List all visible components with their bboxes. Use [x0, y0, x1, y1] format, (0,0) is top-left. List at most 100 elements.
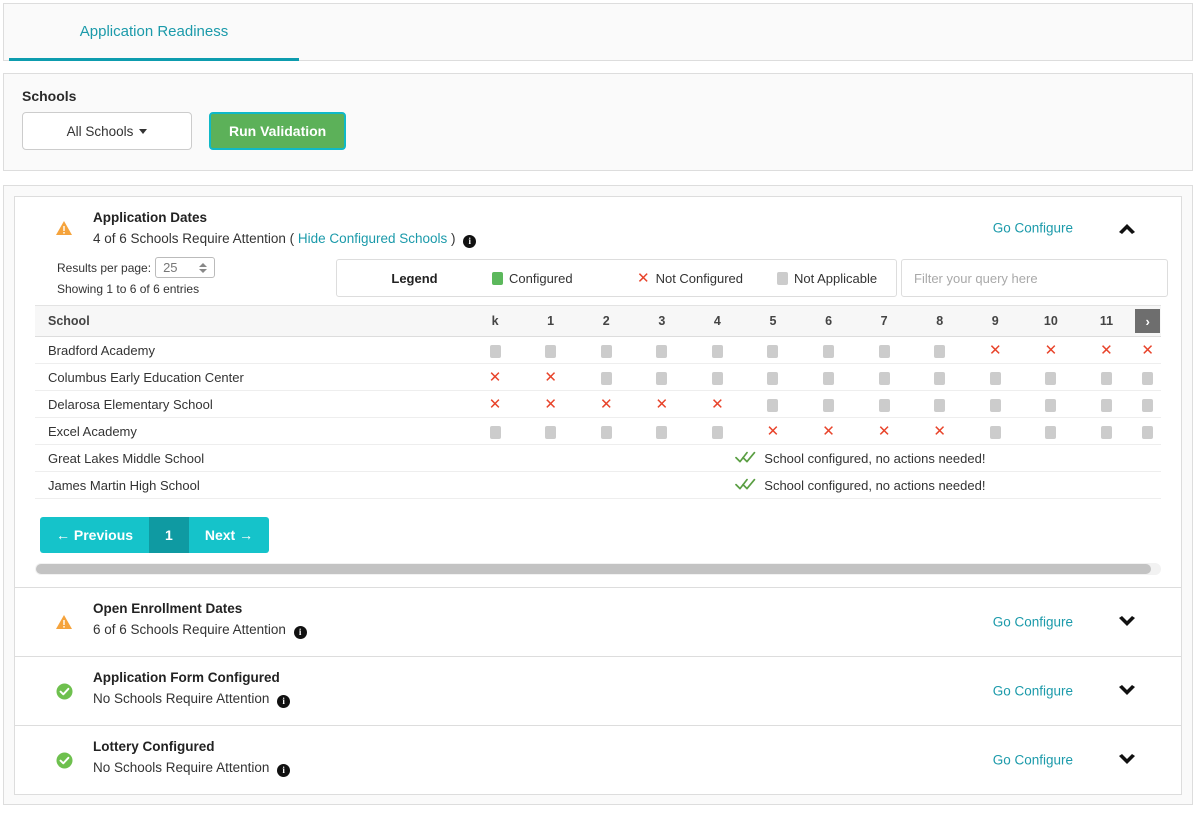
info-icon[interactable]: i [277, 763, 291, 777]
cell-not-applicable [1023, 363, 1079, 391]
results-per-page-group: Results per page: 25 Showing 1 to 6 of 6… [57, 257, 216, 296]
grey-square-icon [878, 398, 890, 412]
horizontal-scrollbar[interactable] [35, 563, 1161, 575]
grey-square-icon [767, 398, 779, 412]
grey-square-icon [1045, 398, 1057, 412]
cell-not-applicable [800, 363, 857, 391]
horizontal-scrollbar-thumb[interactable] [36, 564, 1151, 574]
hide-configured-schools-link[interactable]: Hide Configured Schools [298, 231, 447, 246]
go-configure-link-application-form-configured[interactable]: Go Configure [993, 684, 1073, 699]
cell-not-applicable [1078, 390, 1135, 418]
chevron-down-icon[interactable] [1115, 613, 1139, 631]
cell-not-applicable [522, 336, 579, 364]
red-x-icon: ✕ [1100, 342, 1113, 360]
legend-label-not-configured: Not Configured [655, 270, 744, 286]
info-icon[interactable]: i [277, 694, 291, 708]
section-header-application-dates[interactable]: Application Dates 4 of 6 Schools Require… [15, 197, 1181, 259]
go-configure-link-application-dates[interactable]: Go Configure [993, 221, 1073, 236]
section-application-dates: Application Dates 4 of 6 Schools Require… [14, 196, 1182, 588]
cell-not-applicable [467, 417, 523, 445]
cell-not-applicable [689, 336, 746, 364]
schools-label: Schools [22, 88, 77, 104]
cell-not-applicable [911, 363, 968, 391]
section-subtitle-text: 4 of 6 Schools Require Attention [93, 231, 286, 246]
grey-square-icon [878, 371, 890, 385]
tab-application-readiness[interactable]: Application Readiness [9, 4, 299, 61]
chevron-down-icon[interactable] [1115, 751, 1139, 769]
chevron-up-icon[interactable] [1115, 219, 1139, 237]
tab-strip: Application Readiness [3, 3, 1193, 61]
legend-item-not-applicable: Not Applicable [777, 271, 877, 286]
column-header-school: School [35, 305, 468, 337]
info-icon[interactable]: i [293, 625, 307, 639]
cell-not-applicable [1023, 417, 1079, 445]
column-header-grade-6: 6 [800, 305, 857, 337]
pagination-previous-button[interactable]: ← Previous [40, 517, 150, 553]
red-x-icon: ✕ [655, 396, 669, 414]
cell-not-configured: ✕ [967, 336, 1024, 364]
cell-not-applicable [634, 417, 690, 445]
cell-not-configured: ✕ [1023, 336, 1079, 364]
go-configure-link-lottery-configured[interactable]: Go Configure [993, 753, 1073, 768]
results-per-page-stepper[interactable]: 25 [155, 257, 216, 278]
cell-school-name: Columbus Early Education Center [35, 363, 468, 391]
red-x-icon: ✕ [877, 423, 891, 441]
filter-query-input[interactable] [901, 259, 1168, 297]
readiness-grid: School k 1 2 3 4 5 6 7 8 9 10 11 › Bradf… [35, 305, 1161, 499]
cell-not-applicable [967, 390, 1024, 418]
cell-not-applicable [578, 363, 635, 391]
red-x-icon: ✕ [933, 423, 946, 441]
chevron-down-icon[interactable] [1115, 682, 1139, 700]
legend-label-not-applicable: Not Applicable [794, 270, 878, 286]
column-header-grade-4: 4 [689, 305, 746, 337]
cell-not-applicable [856, 363, 912, 391]
grey-square-icon [1142, 398, 1154, 412]
double-check-icon [735, 477, 757, 494]
cell-not-configured: ✕ [522, 363, 579, 391]
all-schools-dropdown[interactable]: All Schools [22, 112, 192, 150]
section-subtitle-text: No Schools Require Attention [93, 691, 270, 706]
run-validation-button[interactable]: Run Validation [209, 112, 347, 150]
red-x-icon: ✕ [822, 423, 835, 441]
cell-not-applicable [745, 363, 801, 391]
column-header-grade-1: 1 [522, 305, 579, 337]
pagination-next-button[interactable]: Next → [188, 517, 270, 553]
grey-square-icon [656, 344, 668, 358]
column-header-grade-8: 8 [911, 305, 968, 337]
go-configure-link-open-enrollment-dates[interactable]: Go Configure [993, 615, 1073, 630]
cell-not-applicable [689, 363, 746, 391]
section-header-application-form-configured[interactable]: Application Form Configured No Schools R… [15, 657, 1181, 725]
cell-school-name: Great Lakes Middle School [35, 444, 468, 472]
section-header-lottery-configured[interactable]: Lottery Configured No Schools Require At… [15, 726, 1181, 794]
cell-not-configured: ✕ [634, 390, 690, 418]
results-per-page-value: 25 [163, 260, 178, 275]
table-row: Columbus Early Education Center ✕ ✕ [35, 363, 1161, 391]
grey-square-icon [711, 344, 723, 358]
cell-configured-message: School configured, no actions needed! [467, 444, 1161, 472]
cell-not-configured: ✕ [467, 363, 523, 391]
grey-square-icon [934, 398, 946, 412]
warning-triangle-icon [55, 613, 73, 631]
section-header-open-enrollment-dates[interactable]: Open Enrollment Dates 6 of 6 Schools Req… [15, 588, 1181, 656]
showing-entries-text: Showing 1 to 6 of 6 entries [57, 282, 200, 296]
all-schools-dropdown-value: All Schools [66, 123, 134, 139]
red-x-icon: ✕ [988, 342, 1002, 360]
cell-not-applicable [1134, 363, 1161, 391]
cell-not-applicable [745, 336, 801, 364]
cell-not-configured: ✕ [1078, 336, 1135, 364]
column-header-grade-2: 2 [578, 305, 635, 337]
section-application-form-configured: Application Form Configured No Schools R… [14, 656, 1182, 726]
grey-square-icon [711, 371, 723, 385]
grey-square-icon [489, 425, 501, 439]
info-icon[interactable]: i [463, 234, 477, 248]
pagination-page-1-button[interactable]: 1 [149, 517, 189, 553]
tab-label: Application Readiness [79, 22, 229, 40]
cell-school-name: Excel Academy [35, 417, 468, 445]
cell-not-applicable [689, 417, 746, 445]
section-subtitle-text: 6 of 6 Schools Require Attention [93, 622, 286, 637]
table-header-row: School k 1 2 3 4 5 6 7 8 9 10 11 › [35, 305, 1161, 337]
cell-not-applicable [1023, 390, 1079, 418]
check-circle-icon [55, 751, 73, 769]
scroll-right-button[interactable]: › [1135, 309, 1161, 333]
cell-not-applicable [467, 336, 523, 364]
